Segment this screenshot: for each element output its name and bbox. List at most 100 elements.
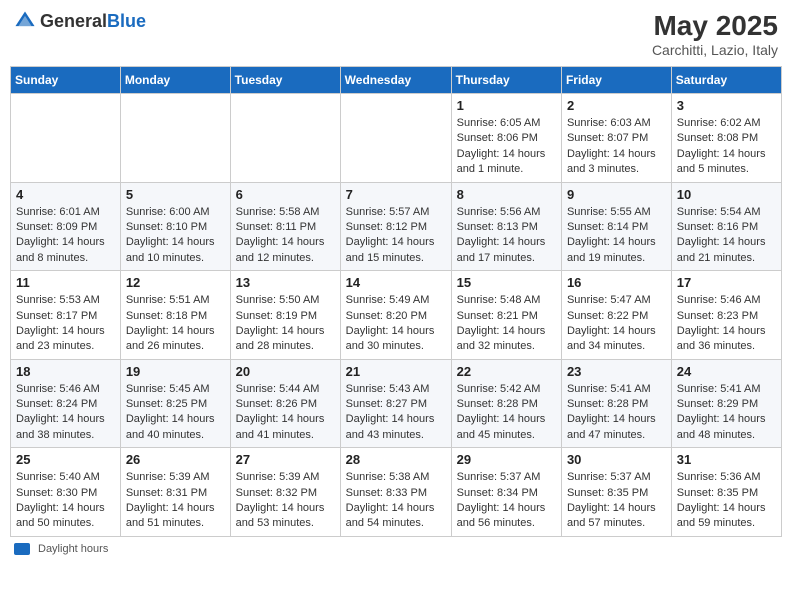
day-of-week-header: Monday [120,67,230,94]
logo-icon [14,10,36,32]
calendar-cell: 6Sunrise: 5:58 AM Sunset: 8:11 PM Daylig… [230,182,340,271]
calendar-cell [340,94,451,183]
day-info: Sunrise: 5:36 AM Sunset: 8:35 PM Dayligh… [677,470,776,532]
day-info: Sunrise: 5:44 AM Sunset: 8:26 PM Dayligh… [236,382,335,444]
calendar-header-row: SundayMondayTuesdayWednesdayThursdayFrid… [11,67,782,94]
calendar-location: Carchitti, Lazio, Italy [652,42,778,58]
day-number: 6 [236,187,335,202]
calendar-cell: 14 Sunrise: 5:49 AM Sunset: 8:20 PM Dayli… [340,271,451,360]
calendar-cell: 15 Sunrise: 5:48 AM Sunset: 8:21 PM Dayli… [451,271,561,360]
day-number: 11 [16,275,115,290]
day-info: Sunrise: 5:56 AM Sunset: 8:13 PM Dayligh… [457,205,556,267]
calendar-cell: 12 Sunrise: 5:51 AM Sunset: 8:18 PM Dayli… [120,271,230,360]
day-info: Sunrise: 5:41 AM Sunset: 8:29 PM Dayligh… [677,382,776,444]
calendar-table: SundayMondayTuesdayWednesdayThursdayFrid… [10,66,782,537]
day-number: 17 [677,275,776,290]
legend-color-box [14,543,30,555]
day-number: 27 [236,452,335,467]
calendar-cell: 20 Sunrise: 5:44 AM Sunset: 8:26 PM Dayli… [230,359,340,448]
calendar-week-row: 11 Sunrise: 5:53 AM Sunset: 8:17 PM Dayli… [11,271,782,360]
day-info: Sunrise: 5:47 AM Sunset: 8:22 PM Dayligh… [567,293,666,355]
day-of-week-header: Saturday [671,67,781,94]
calendar-cell: 4 Sunrise: 6:01 AM Sunset: 8:09 PM Daylig… [11,182,121,271]
day-number: 3 [677,98,776,113]
calendar-cell: 25 Sunrise: 5:40 AM Sunset: 8:30 PM Dayli… [11,448,121,537]
day-number: 15 [457,275,556,290]
day-number: 19 [126,364,225,379]
day-info: Sunrise: 5:45 AM Sunset: 8:25 PM Dayligh… [126,382,225,444]
day-number: 7 [346,187,446,202]
calendar-cell: 31Sunrise: 5:36 AM Sunset: 8:35 PM Dayli… [671,448,781,537]
calendar-cell: 22 Sunrise: 5:42 AM Sunset: 8:28 PM Dayli… [451,359,561,448]
day-number: 10 [677,187,776,202]
day-info: Sunrise: 5:57 AM Sunset: 8:12 PM Dayligh… [346,205,446,267]
calendar-cell: 27 Sunrise: 5:39 AM Sunset: 8:32 PM Dayli… [230,448,340,537]
day-number: 12 [126,275,225,290]
day-number: 8 [457,187,556,202]
day-info: Sunrise: 6:01 AM Sunset: 8:09 PM Dayligh… [16,205,115,267]
calendar-cell: 28 Sunrise: 5:38 AM Sunset: 8:33 PM Dayli… [340,448,451,537]
calendar-cell: 2Sunrise: 6:03 AM Sunset: 8:07 PM Daylig… [561,94,671,183]
day-number: 20 [236,364,335,379]
calendar-cell: 19 Sunrise: 5:45 AM Sunset: 8:25 PM Dayli… [120,359,230,448]
calendar-week-row: 4 Sunrise: 6:01 AM Sunset: 8:09 PM Daylig… [11,182,782,271]
day-info: Sunrise: 6:00 AM Sunset: 8:10 PM Dayligh… [126,205,225,267]
day-info: Sunrise: 5:48 AM Sunset: 8:21 PM Dayligh… [457,293,556,355]
calendar-cell: 24 Sunrise: 5:41 AM Sunset: 8:29 PM Dayli… [671,359,781,448]
calendar-cell [230,94,340,183]
calendar-cell: 7 Sunrise: 5:57 AM Sunset: 8:12 PM Daylig… [340,182,451,271]
logo-general: General [40,11,107,31]
day-number: 26 [126,452,225,467]
day-number: 9 [567,187,666,202]
day-info: Sunrise: 5:46 AM Sunset: 8:23 PM Dayligh… [677,293,776,355]
day-number: 14 [346,275,446,290]
day-number: 21 [346,364,446,379]
calendar-cell: 1Sunrise: 6:05 AM Sunset: 8:06 PM Daylig… [451,94,561,183]
day-of-week-header: Sunday [11,67,121,94]
calendar-cell: 23Sunrise: 5:41 AM Sunset: 8:28 PM Dayli… [561,359,671,448]
calendar-cell: 21Sunrise: 5:43 AM Sunset: 8:27 PM Dayli… [340,359,451,448]
legend-label: Daylight hours [38,543,108,555]
day-info: Sunrise: 5:37 AM Sunset: 8:34 PM Dayligh… [457,470,556,532]
day-number: 4 [16,187,115,202]
day-info: Sunrise: 5:49 AM Sunset: 8:20 PM Dayligh… [346,293,446,355]
day-number: 5 [126,187,225,202]
day-info: Sunrise: 6:03 AM Sunset: 8:07 PM Dayligh… [567,116,666,178]
day-info: Sunrise: 5:37 AM Sunset: 8:35 PM Dayligh… [567,470,666,532]
day-info: Sunrise: 5:55 AM Sunset: 8:14 PM Dayligh… [567,205,666,267]
day-number: 25 [16,452,115,467]
day-info: Sunrise: 6:05 AM Sunset: 8:06 PM Dayligh… [457,116,556,178]
day-number: 24 [677,364,776,379]
day-info: Sunrise: 5:53 AM Sunset: 8:17 PM Dayligh… [16,293,115,355]
day-of-week-header: Thursday [451,67,561,94]
calendar-cell [11,94,121,183]
day-info: Sunrise: 6:02 AM Sunset: 8:08 PM Dayligh… [677,116,776,178]
legend: Daylight hours [10,543,782,555]
calendar-week-row: 25 Sunrise: 5:40 AM Sunset: 8:30 PM Dayli… [11,448,782,537]
calendar-week-row: 18Sunrise: 5:46 AM Sunset: 8:24 PM Dayli… [11,359,782,448]
calendar-week-row: 1Sunrise: 6:05 AM Sunset: 8:06 PM Daylig… [11,94,782,183]
logo: GeneralBlue [14,10,146,32]
calendar-cell: 26 Sunrise: 5:39 AM Sunset: 8:31 PM Dayli… [120,448,230,537]
calendar-cell: 13Sunrise: 5:50 AM Sunset: 8:19 PM Dayli… [230,271,340,360]
calendar-cell: 30Sunrise: 5:37 AM Sunset: 8:35 PM Dayli… [561,448,671,537]
day-number: 22 [457,364,556,379]
day-number: 28 [346,452,446,467]
calendar-cell: 3 Sunrise: 6:02 AM Sunset: 8:08 PM Daylig… [671,94,781,183]
day-info: Sunrise: 5:38 AM Sunset: 8:33 PM Dayligh… [346,470,446,532]
day-info: Sunrise: 5:40 AM Sunset: 8:30 PM Dayligh… [16,470,115,532]
day-info: Sunrise: 5:39 AM Sunset: 8:32 PM Dayligh… [236,470,335,532]
day-info: Sunrise: 5:51 AM Sunset: 8:18 PM Dayligh… [126,293,225,355]
day-info: Sunrise: 5:42 AM Sunset: 8:28 PM Dayligh… [457,382,556,444]
logo-blue: Blue [107,11,146,31]
day-info: Sunrise: 5:41 AM Sunset: 8:28 PM Dayligh… [567,382,666,444]
day-info: Sunrise: 5:50 AM Sunset: 8:19 PM Dayligh… [236,293,335,355]
day-number: 16 [567,275,666,290]
day-info: Sunrise: 5:39 AM Sunset: 8:31 PM Dayligh… [126,470,225,532]
calendar-cell: 5 Sunrise: 6:00 AM Sunset: 8:10 PM Daylig… [120,182,230,271]
calendar-cell: 11 Sunrise: 5:53 AM Sunset: 8:17 PM Dayli… [11,271,121,360]
calendar-cell: 10Sunrise: 5:54 AM Sunset: 8:16 PM Dayli… [671,182,781,271]
calendar-title: May 2025 [652,10,778,42]
day-of-week-header: Friday [561,67,671,94]
title-block: May 2025 Carchitti, Lazio, Italy [652,10,778,58]
